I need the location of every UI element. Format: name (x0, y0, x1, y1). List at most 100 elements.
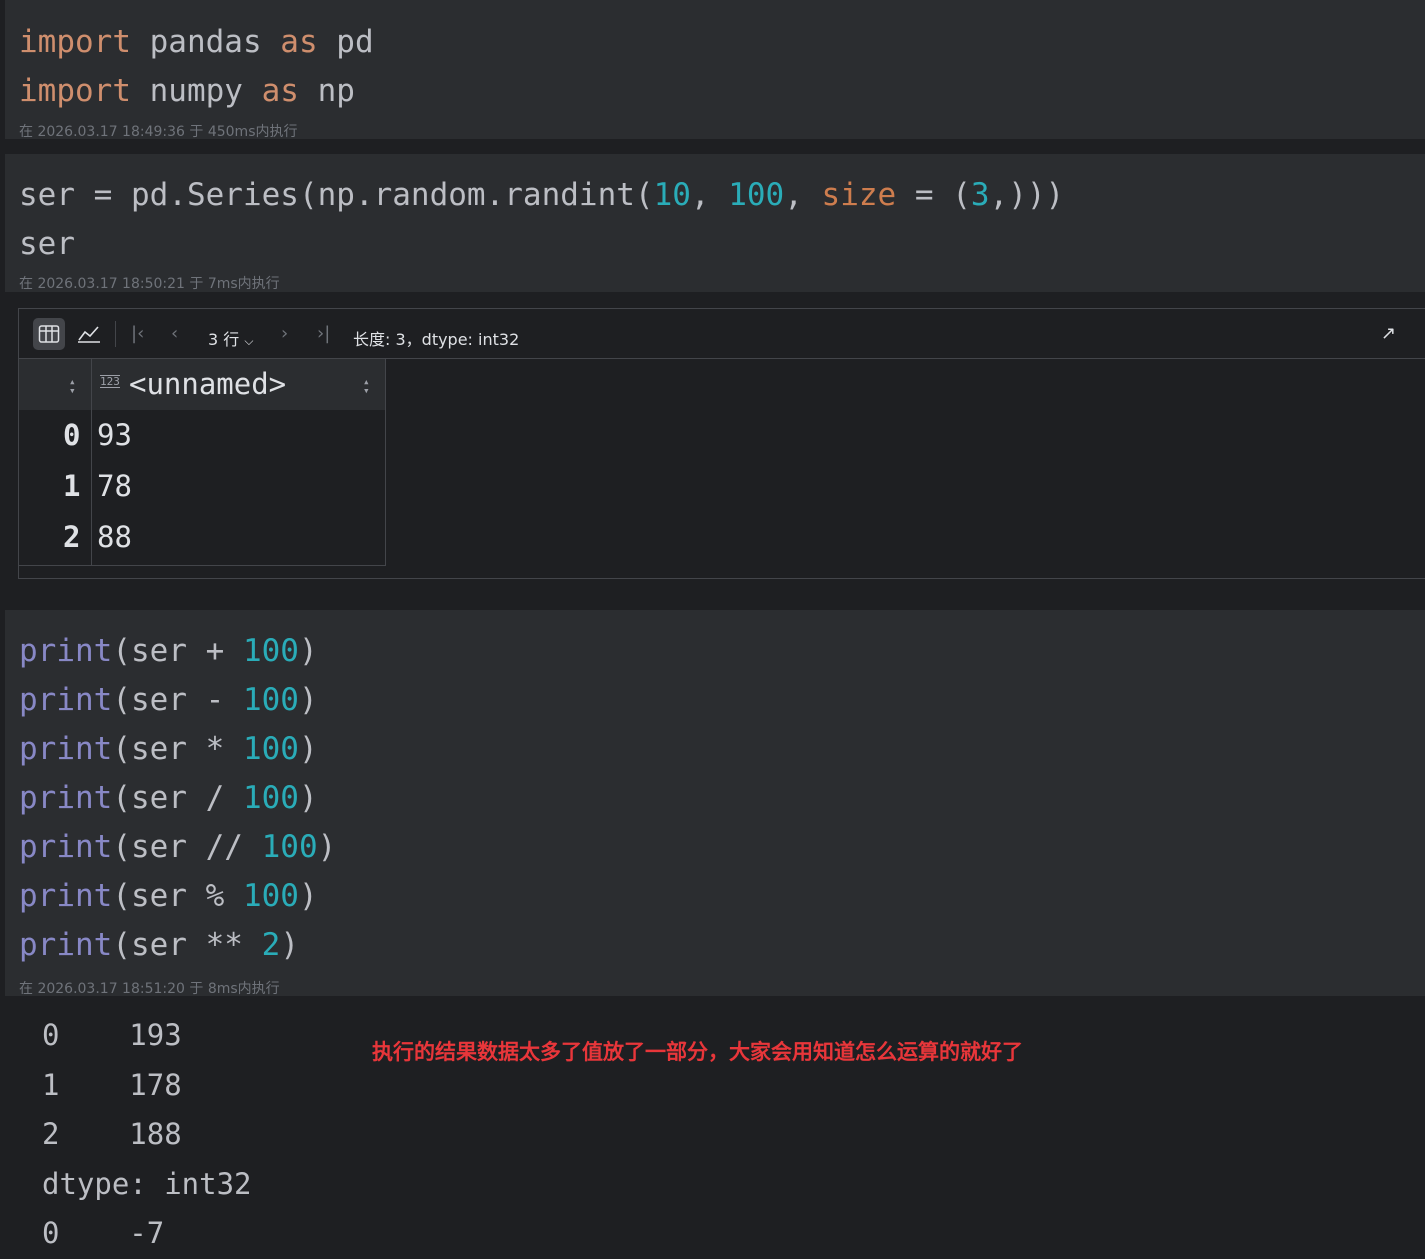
index-sort-icon[interactable]: ▴ ▾ (69, 376, 76, 396)
code-cell-series[interactable]: ser = pd.Series(np.random.randint(10, 10… (5, 154, 1425, 292)
code-token: 100 (242, 731, 299, 767)
chart-icon (78, 326, 100, 343)
code-token: 3 (970, 177, 990, 213)
row-index: 2 (63, 520, 81, 554)
code-token: print (19, 633, 113, 669)
code-editor[interactable]: import pandas as pd import numpy as np (19, 18, 374, 116)
code-token: 100 (261, 829, 318, 865)
code-token: import (19, 24, 131, 60)
code-token: (ser / (112, 780, 243, 816)
code-token: print (19, 878, 113, 914)
code-token: as (261, 73, 299, 109)
code-token: ) (298, 878, 318, 914)
output-line: 0 193 (42, 1018, 182, 1052)
code-token: ) (298, 731, 318, 767)
series-info: 长度: 3，dtype: int32 (353, 330, 520, 349)
code-line[interactable]: print(ser / 100) (19, 774, 336, 823)
code-token: print (19, 780, 113, 816)
code-token: import (19, 73, 131, 109)
next-page-icon[interactable]: › (281, 323, 288, 344)
code-token: numpy (130, 73, 262, 109)
row-count-label: 3 行 (208, 330, 240, 349)
execution-info: 在 2026.03.17 18:51:20 于 8ms内执行 (19, 981, 280, 997)
column-sort-icon[interactable]: ▴ ▾ (363, 376, 370, 396)
code-token: ) (298, 780, 318, 816)
code-token: ,))) (989, 177, 1065, 213)
prev-page-icon[interactable]: ‹ (171, 323, 178, 344)
first-page-icon[interactable]: |‹ (131, 323, 144, 344)
code-line[interactable]: print(ser // 100) (19, 823, 336, 872)
code-line[interactable]: import numpy as np (19, 67, 374, 116)
code-token: print (19, 731, 113, 767)
code-line[interactable]: import pandas as pd (19, 18, 374, 67)
code-token: 100 (242, 682, 299, 718)
last-page-icon[interactable]: ›| (317, 323, 330, 344)
table-icon (38, 325, 60, 343)
code-token: 2 (261, 927, 281, 963)
code-token: (ser ** (112, 927, 262, 963)
code-token: 100 (242, 780, 299, 816)
expand-icon[interactable]: ↗ (1381, 323, 1396, 344)
chart-view-button[interactable] (73, 318, 105, 350)
table-toolbar: |‹ ‹ 3 行 ⌵ › ›| 长度: 3，dtype: int32 ↗ (19, 309, 1425, 359)
execution-info: 在 2026.03.17 18:49:36 于 450ms内执行 (19, 124, 298, 140)
output-line: 2 188 (42, 1117, 182, 1152)
code-token: ser (19, 226, 75, 262)
code-token: ) (298, 682, 318, 718)
code-line[interactable]: print(ser + 100) (19, 627, 336, 676)
code-token: (ser - (112, 682, 243, 718)
code-cell-imports[interactable]: import pandas as pd import numpy as np 在 … (5, 0, 1425, 140)
code-token: ) (298, 633, 318, 669)
code-cell-arithmetic[interactable]: print(ser + 100) print(ser - 100) print(se… (5, 610, 1425, 997)
code-line[interactable]: print(ser % 100) (19, 872, 336, 921)
index-column-divider (91, 359, 92, 565)
cell-value[interactable]: 78 (97, 469, 132, 503)
code-token: np (298, 73, 355, 109)
code-token: ser = pd.Series(np.random.randint( (19, 177, 654, 213)
table-view-button[interactable] (33, 318, 65, 350)
code-line[interactable]: print(ser - 100) (19, 676, 336, 725)
code-token: = ( (896, 177, 971, 213)
cell-value[interactable]: 93 (97, 418, 132, 452)
data-grid: ▴ ▾ 123 <unnamed> ▴ ▾ 0 93 1 78 2 88 (19, 359, 386, 566)
grid-header: ▴ ▾ 123 <unnamed> ▴ ▾ (19, 359, 385, 410)
code-token: ) (317, 829, 337, 865)
row-index: 1 (63, 469, 81, 503)
toolbar-divider (115, 321, 116, 347)
code-editor[interactable]: ser = pd.Series(np.random.randint(10, 10… (19, 171, 1064, 269)
code-token: (ser % (112, 878, 243, 914)
code-token: (ser + (112, 633, 243, 669)
code-line[interactable]: ser (19, 220, 1064, 269)
code-token: 100 (242, 633, 299, 669)
code-token: print (19, 927, 113, 963)
code-token: ) (280, 927, 299, 963)
chevron-down-icon: ⌵ (244, 334, 254, 348)
column-header[interactable]: <unnamed> (129, 367, 286, 401)
code-line[interactable]: print(ser ** 2) (19, 921, 336, 970)
code-token: size (821, 177, 897, 213)
code-token: print (19, 682, 113, 718)
row-count-select[interactable]: 3 行 ⌵ (208, 326, 253, 350)
code-token: pandas (130, 24, 281, 60)
dataframe-output: |‹ ‹ 3 行 ⌵ › ›| 长度: 3，dtype: int32 ↗ ▴ ▾ … (18, 308, 1425, 579)
row-index: 0 (63, 418, 81, 452)
code-token: 10 (653, 177, 691, 213)
code-token: as (280, 24, 318, 60)
code-token: print (19, 829, 113, 865)
cell-value[interactable]: 88 (97, 520, 132, 554)
code-token: 100 (728, 177, 785, 213)
code-token: 100 (242, 878, 299, 914)
output-line: 0 -7 (42, 1216, 165, 1251)
code-token: (ser * (112, 731, 243, 767)
output-line: dtype: int32 (42, 1166, 252, 1201)
code-token: , (784, 177, 822, 213)
code-line[interactable]: print(ser * 100) (19, 725, 336, 774)
code-token: (ser // (112, 829, 262, 865)
output-line: 1 178 (42, 1067, 182, 1102)
annotation-note: 执行的结果数据太多了值放了一部分，大家会用知道怎么运算的就好了 (372, 1040, 1023, 1064)
execution-info: 在 2026.03.17 18:50:21 于 7ms内执行 (19, 276, 280, 292)
column-type-icon: 123 (100, 375, 120, 388)
code-editor[interactable]: print(ser + 100) print(ser - 100) print(se… (19, 627, 336, 970)
code-line[interactable]: ser = pd.Series(np.random.randint(10, 10… (19, 171, 1064, 220)
code-token: , (690, 177, 729, 213)
